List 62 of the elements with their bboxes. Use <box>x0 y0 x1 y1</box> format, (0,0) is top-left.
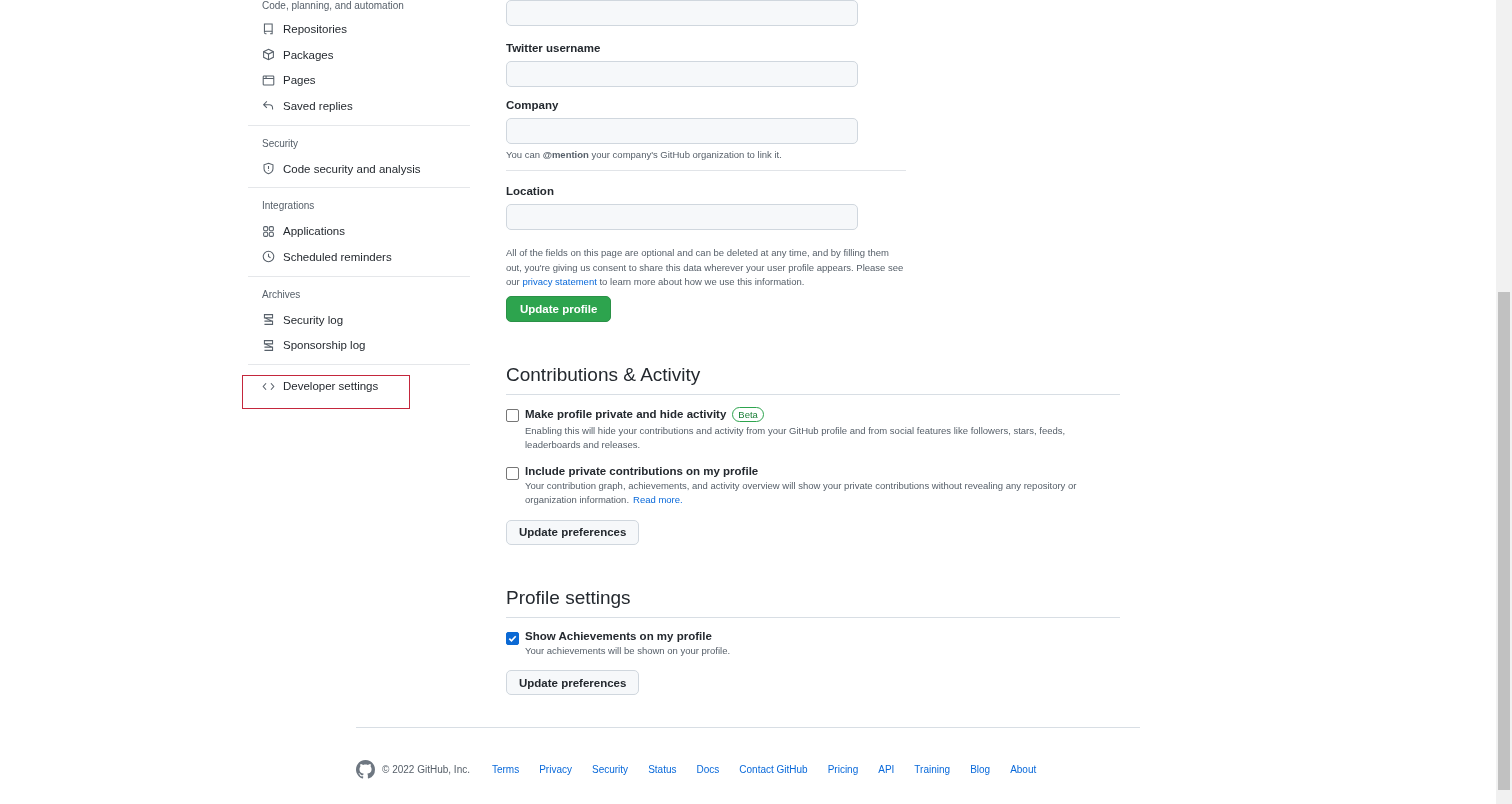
sidebar-item[interactable]: Code security and analysis <box>248 155 435 182</box>
footer-link[interactable]: Contact GitHub <box>739 764 808 775</box>
update-preferences-button[interactable]: Update preferences <box>506 519 640 545</box>
footer-link[interactable]: Privacy <box>539 764 572 775</box>
privacy-link[interactable]: privacy statement <box>522 276 597 287</box>
clock-icon <box>262 250 275 264</box>
footer-link[interactable]: Blog <box>970 764 991 775</box>
octocat-logo-icon[interactable] <box>356 760 375 779</box>
checkbox[interactable] <box>506 466 519 480</box>
input-field[interactable] <box>506 0 858 26</box>
field-label: Location <box>506 185 555 197</box>
cube-icon <box>262 48 275 62</box>
checkbox-label: Show Achievements on my profile <box>525 629 712 642</box>
log-icon <box>262 313 275 327</box>
footer-link[interactable]: Pricing <box>827 764 859 775</box>
sidebar-item[interactable]: Saved replies <box>248 93 367 119</box>
sidebar-item[interactable]: Security log <box>248 306 358 333</box>
checkbox[interactable] <box>506 631 519 645</box>
sidebar-item[interactable]: Repositories <box>248 16 361 42</box>
sidebar-item[interactable]: Scheduled reminders <box>248 244 406 270</box>
book-icon <box>262 22 275 36</box>
footer-link[interactable]: Security <box>592 764 629 775</box>
scrollbar[interactable] <box>1496 0 1512 804</box>
input-field[interactable] <box>506 118 858 144</box>
copyright-text: © 2022 GitHub, Inc. <box>382 764 470 775</box>
sidebar-heading: Code, planning, and automation <box>261 0 405 13</box>
grid-icon <box>262 224 275 238</box>
sidebar-heading: Security <box>261 136 300 151</box>
section-title: Profile settings <box>506 586 1120 618</box>
footer-link[interactable]: Terms <box>491 764 520 775</box>
sidebar-item[interactable]: Packages <box>248 41 348 68</box>
update-profile-button[interactable]: Update profile <box>506 295 612 322</box>
sidebar-item[interactable]: Pages <box>248 67 330 94</box>
shield-icon <box>262 162 275 176</box>
update-preferences-button[interactable]: Update preferences <box>506 670 640 695</box>
option-description: Your contribution graph, achievements, and activity overview will show your private contributions without revealing any repository or organization information. Read more. <box>525 478 1078 507</box>
checkbox-label: Include private contributions on my profile <box>525 464 759 477</box>
field-label: Company <box>506 99 560 111</box>
window-icon <box>262 73 275 87</box>
option-description: Your achievements will be shown on your profile. <box>525 643 732 658</box>
section-title: Contributions & Activity <box>506 363 1120 395</box>
input-field[interactable] <box>506 61 858 87</box>
footer-link[interactable]: API <box>878 764 895 775</box>
log-icon <box>262 338 275 352</box>
checkbox-label: Make profile private and hide activity <box>525 408 727 420</box>
sidebar-item[interactable]: Sponsorship log <box>248 332 380 359</box>
footer-link[interactable]: Docs <box>696 764 720 775</box>
footer-link[interactable]: Training <box>914 764 951 775</box>
sidebar-heading: Integrations <box>261 199 316 214</box>
sidebar-heading: Archives <box>261 287 302 302</box>
privacy-notice: All of the fields on this page are optional and can be deleted at any time, and by filling them out, you're giving us consent to share this data wherever your user profile appears. Please see our privacy statement to learn more about how we use this information. <box>506 246 905 289</box>
read-more-link[interactable]: Read more. <box>633 494 683 505</box>
footer-link[interactable]: About <box>1010 764 1037 775</box>
input-field[interactable] <box>506 204 858 230</box>
field-note: You can @mention your company's GitHub organization to link it. <box>506 149 783 160</box>
sidebar-item[interactable]: Applications <box>248 218 359 245</box>
checkbox[interactable] <box>506 408 519 422</box>
sidebar-item[interactable]: Developer settings <box>242 375 410 410</box>
reply-icon <box>262 99 275 113</box>
field-label: Twitter username <box>506 42 602 54</box>
footer-link[interactable]: Status <box>648 764 677 775</box>
option-description: Enabling this will hide your contributions and activity from your GitHub profile and from social features like followers, stars, feeds, leaderboards and releases. <box>525 423 1067 452</box>
